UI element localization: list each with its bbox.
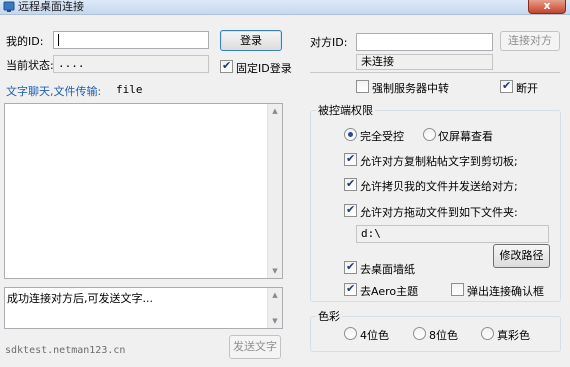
remove-aero-checkbox[interactable]	[344, 282, 357, 296]
connect-peer-button[interactable]: 连接对方	[500, 31, 560, 51]
remove-aero-label[interactable]: 去Aero主题	[360, 283, 418, 299]
status-field: ....	[53, 55, 209, 73]
change-path-button[interactable]: 修改路径	[493, 244, 550, 268]
chat-mode-label: file	[116, 83, 143, 96]
view-only-radio[interactable]	[423, 128, 436, 141]
allow-copy-files-label[interactable]: 允许拷贝我的文件并发送给对方;	[360, 178, 518, 194]
app-icon	[3, 1, 15, 12]
my-id-field[interactable]	[53, 31, 209, 49]
allow-copy-files-checkbox[interactable]	[344, 177, 357, 191]
main-window: 远程桌面连接 x 我的ID: 登录 当前状态: .... 固定ID登录 文字聊天…	[0, 0, 570, 367]
confirm-popup-label[interactable]: 弹出连接确认框	[467, 283, 544, 299]
message-input[interactable]: 成功连接对方后,可发送文字... ▲ ▼	[4, 287, 283, 329]
full-control-radio[interactable]	[344, 128, 357, 141]
window-title: 远程桌面连接	[18, 0, 84, 13]
view-only-label[interactable]: 仅屏幕查看	[438, 128, 493, 144]
footer-website: sdktest.netman123.cn	[5, 345, 126, 356]
chat-section-label: 文字聊天,文件传输:	[6, 85, 102, 98]
peer-id-label: 对方ID:	[310, 36, 348, 49]
folder-path-field: d:\	[356, 225, 549, 243]
color-8bit-label[interactable]: 8位色	[429, 327, 458, 343]
color-group-title: 色彩	[316, 308, 342, 324]
my-id-label: 我的ID:	[6, 35, 44, 48]
color-4bit-radio[interactable]	[344, 327, 357, 340]
title-bar: 远程桌面连接 x	[0, 0, 570, 15]
force-relay-checkbox[interactable]	[356, 80, 369, 93]
disconnect-label[interactable]: 断开	[516, 80, 538, 96]
scroll-up-arrow-icon[interactable]: ▲	[268, 104, 282, 118]
send-text-button[interactable]: 发送文字	[229, 335, 281, 359]
full-control-label[interactable]: 完全受控	[360, 128, 404, 144]
fixed-id-checkbox[interactable]	[220, 59, 233, 73]
scroll-up-arrow-icon[interactable]: ▲	[268, 288, 282, 302]
message-input-scrollbar[interactable]: ▲ ▼	[267, 288, 282, 328]
separator	[310, 72, 560, 73]
scroll-down-arrow-icon[interactable]: ▼	[268, 264, 282, 278]
force-relay-label[interactable]: 强制服务器中转	[372, 80, 449, 96]
allow-drag-files-label[interactable]: 允许对方拖动文件到如下文件夹:	[360, 204, 518, 220]
login-button[interactable]: 登录	[220, 30, 282, 51]
fixed-id-label[interactable]: 固定ID登录	[236, 60, 292, 76]
allow-drag-files-checkbox[interactable]	[344, 203, 357, 217]
remove-wallpaper-checkbox[interactable]	[344, 260, 357, 274]
chat-log-area[interactable]: ▲ ▼	[4, 103, 283, 279]
color-4bit-label[interactable]: 4位色	[360, 327, 389, 343]
allow-clipboard-label[interactable]: 允许对方复制粘帖文字到剪切板;	[360, 153, 518, 169]
scroll-down-arrow-icon[interactable]: ▼	[268, 314, 282, 328]
text-caret	[58, 34, 59, 46]
message-input-text: 成功连接对方后,可发送文字...	[7, 292, 153, 305]
close-button[interactable]: x	[528, 0, 566, 14]
peer-id-field[interactable]	[356, 33, 493, 51]
color-truecolor-label[interactable]: 真彩色	[497, 327, 530, 343]
status-label: 当前状态:	[6, 59, 54, 72]
disconnect-checkbox[interactable]	[500, 79, 513, 93]
remove-wallpaper-label[interactable]: 去桌面墙纸	[360, 261, 415, 277]
connection-status-field: 未连接	[356, 54, 493, 70]
permissions-group-title: 被控端权限	[316, 102, 375, 118]
color-truecolor-radio[interactable]	[481, 327, 494, 340]
color-8bit-radio[interactable]	[413, 327, 426, 340]
allow-clipboard-checkbox[interactable]	[344, 152, 357, 166]
confirm-popup-checkbox[interactable]	[451, 283, 464, 296]
chat-log-scrollbar[interactable]: ▲ ▼	[267, 104, 282, 278]
